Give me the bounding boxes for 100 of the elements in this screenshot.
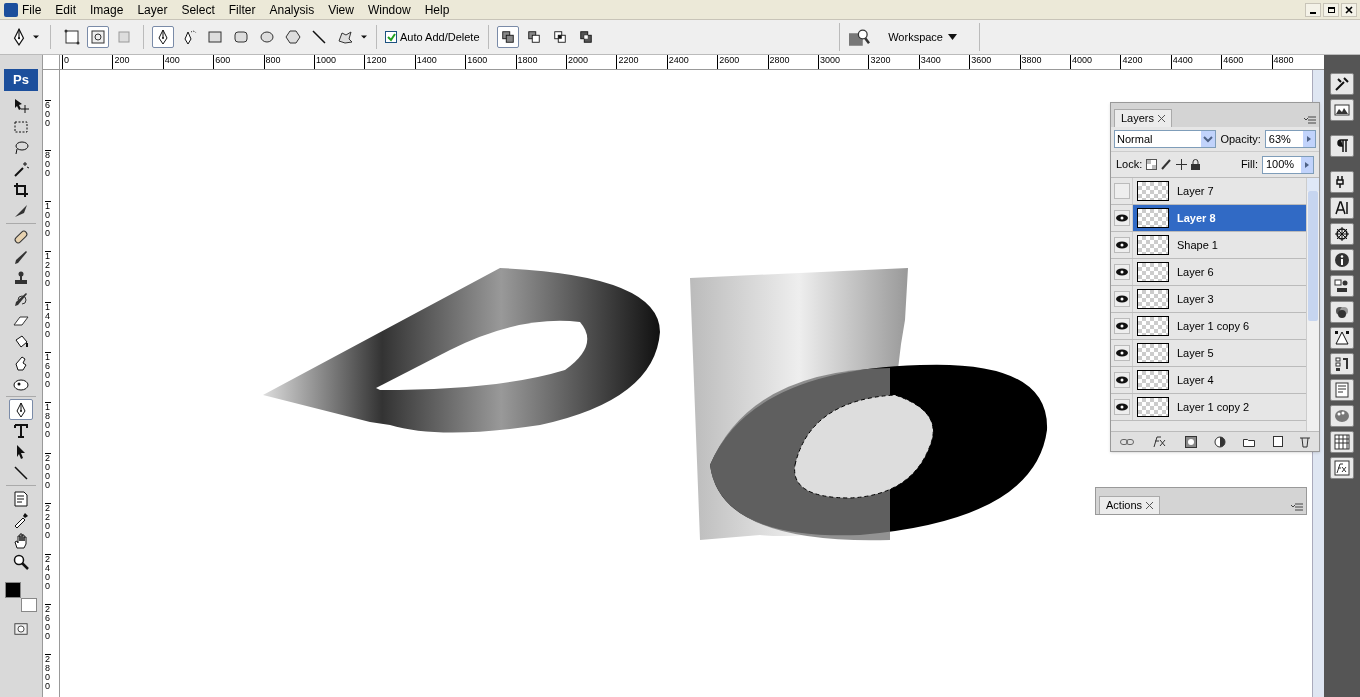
info-icon — [1334, 252, 1350, 268]
move-icon[interactable] — [1176, 159, 1188, 170]
close-icon[interactable] — [1158, 115, 1166, 122]
mask-icon[interactable] — [1184, 435, 1197, 448]
foreground-color-swatch[interactable] — [5, 582, 21, 598]
pen-button[interactable] — [152, 26, 174, 48]
menu-item[interactable]: Select — [181, 0, 215, 19]
layer-row[interactable]: Layer 6 — [1133, 259, 1306, 285]
move-arrow-icon — [13, 97, 29, 114]
character-panel-button[interactable] — [1330, 197, 1354, 219]
layer-row[interactable]: Layer 1 copy 2 — [1133, 394, 1306, 420]
ruler-label: 2600 — [45, 604, 51, 641]
clone-source-panel-button[interactable] — [1330, 275, 1354, 297]
layers-tab[interactable]: Layers — [1114, 109, 1173, 127]
info-panel-button[interactable] — [1330, 249, 1354, 271]
menu-item[interactable]: File — [22, 0, 42, 19]
visibility-eye-icon[interactable] — [1113, 318, 1130, 334]
panel-menu-icon[interactable] — [1291, 503, 1303, 511]
ruler-label: 1200 — [45, 251, 51, 289]
caret-icon[interactable] — [360, 33, 368, 41]
layer-row[interactable]: Layer 5 — [1133, 340, 1306, 366]
note-icon — [13, 490, 29, 507]
swatches-panel-button[interactable] — [1330, 405, 1354, 427]
history-panel-button[interactable] — [1330, 353, 1354, 375]
menu-item[interactable]: View — [328, 0, 354, 19]
layer-thumbnail — [1137, 370, 1169, 390]
arrow-right-icon[interactable] — [1303, 131, 1315, 147]
layer-row[interactable]: Layer 1 copy 6 — [1133, 313, 1306, 339]
paths-panel-button[interactable] — [1330, 327, 1354, 349]
ruler-origin[interactable] — [43, 55, 60, 70]
menu-item[interactable]: Window — [367, 0, 411, 19]
stamp-icon — [13, 270, 29, 287]
arrow-right-icon[interactable] — [1301, 156, 1313, 173]
ruler-label: 2000 — [45, 452, 51, 490]
visibility-eye-icon[interactable] — [1113, 399, 1130, 415]
opacity-field[interactable]: 63% — [1264, 130, 1316, 148]
layer-row[interactable]: Shape 1 — [1133, 232, 1306, 258]
navigator-panel-button[interactable] — [1330, 223, 1354, 245]
visibility-eye-icon[interactable] — [1113, 264, 1130, 280]
layers-tab-label[interactable]: Layers — [1121, 110, 1155, 127]
custom-shape-icon — [337, 29, 353, 45]
checkbox-label[interactable]: Auto Add/Delete — [400, 28, 480, 46]
quick-mask-icon[interactable] — [12, 622, 30, 636]
minimize-button[interactable] — [1305, 2, 1321, 17]
menu-item[interactable]: Image — [90, 0, 124, 19]
visibility-eye-icon[interactable] — [1113, 237, 1130, 253]
background-color-swatch[interactable] — [21, 598, 37, 612]
actions-tab[interactable]: Actions — [1099, 496, 1161, 514]
close-button[interactable] — [1341, 2, 1357, 17]
brush-preset-panel-button[interactable] — [1330, 171, 1354, 193]
blend-mode-dropdown[interactable]: Normal — [1114, 130, 1217, 148]
close-icon[interactable] — [1146, 502, 1154, 509]
padlock-icon[interactable] — [1191, 159, 1201, 170]
layer-style-icon[interactable] — [1151, 435, 1168, 448]
menu-item[interactable]: Layer — [137, 0, 168, 19]
menu-item[interactable]: Help — [424, 0, 450, 19]
paths-button[interactable] — [87, 26, 109, 48]
panel-menu-icon[interactable] — [1304, 116, 1316, 124]
layer-name: Layer 4 — [1177, 372, 1214, 388]
styles-panel-button[interactable] — [1330, 457, 1354, 479]
lock-transparent-icon[interactable] — [1146, 159, 1158, 170]
layer-comps-panel-button[interactable] — [1330, 379, 1354, 401]
menu-item[interactable]: Filter — [228, 0, 256, 19]
layer-row[interactable]: Layer 7 — [1133, 178, 1306, 204]
caret-icon[interactable] — [32, 33, 40, 41]
app-logo-icon — [4, 2, 18, 17]
layers-scrollbar[interactable] — [1306, 178, 1319, 431]
paragraph-panel-button[interactable] — [1330, 135, 1354, 157]
new-layer-icon[interactable] — [1272, 436, 1283, 447]
layer-row[interactable]: Layer 4 — [1133, 367, 1306, 393]
menu-item[interactable]: Analysis — [269, 0, 315, 19]
ruler-label: 600 — [45, 100, 51, 128]
visibility-eye-icon[interactable] — [1113, 210, 1130, 226]
fill-field[interactable]: 100% — [1262, 155, 1314, 174]
channels-panel-button[interactable] — [1330, 301, 1354, 323]
restore-button[interactable] — [1323, 2, 1339, 17]
visibility-toggle[interactable] — [1113, 183, 1130, 199]
path-operation-button[interactable] — [496, 26, 519, 48]
link-icon[interactable] — [1119, 437, 1134, 446]
layer-row[interactable]: Layer 8 — [1133, 205, 1306, 231]
histogram-panel-button[interactable] — [1330, 99, 1354, 121]
trash-icon[interactable] — [1300, 435, 1311, 448]
grid-panel-button[interactable] — [1330, 431, 1354, 453]
workspace-button[interactable]: Workspace — [874, 28, 971, 46]
history-icon — [1334, 356, 1350, 372]
checkbox[interactable] — [385, 31, 397, 43]
menu-item[interactable]: Edit — [55, 0, 77, 19]
layer-row[interactable]: Layer 3 — [1133, 286, 1306, 312]
adjustment-icon[interactable] — [1213, 435, 1226, 448]
path-operation-icon — [526, 30, 541, 44]
folder-icon[interactable] — [1243, 436, 1256, 447]
brush-icon[interactable] — [1161, 159, 1173, 170]
visibility-eye-icon[interactable] — [1113, 372, 1130, 388]
tools-panel-button[interactable] — [1330, 73, 1354, 95]
visibility-eye-icon[interactable] — [1113, 345, 1130, 361]
folder-search-icon[interactable] — [848, 27, 871, 47]
pen-tool[interactable] — [9, 399, 33, 420]
visibility-eye-icon[interactable] — [1113, 291, 1130, 307]
layer-thumbnail — [1137, 235, 1169, 255]
ruler-label: 2200 — [45, 503, 51, 541]
